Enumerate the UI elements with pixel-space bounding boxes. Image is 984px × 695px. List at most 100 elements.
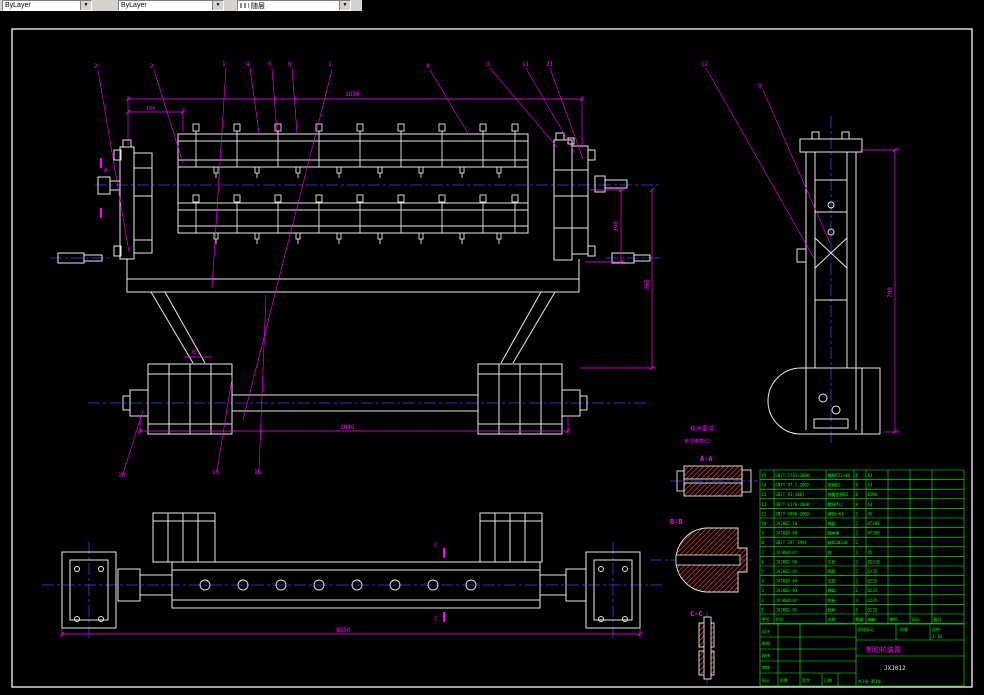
titleblock-col: 日期 — [824, 677, 832, 683]
bom-cell: A3 — [868, 473, 873, 478]
bom-cell: Q235 — [868, 569, 878, 574]
dim-right-inner: 390 — [613, 221, 620, 232]
bom-cell: A3 — [868, 483, 873, 488]
bom-cell: GB/T 6170-2000 — [776, 502, 810, 507]
titleblock-row: 设计 — [762, 628, 770, 634]
balloon-leaders: 2 2 1 4 5 6 8 3 11 211 12918 15 16 — [94, 61, 831, 479]
bom-cell: JXJ012-01 — [776, 607, 798, 612]
balloon-label: 16 — [254, 469, 262, 476]
bom-cell: 1 — [856, 607, 859, 612]
bolt-head — [274, 194, 282, 203]
color-combo[interactable]: 随层 ▼ — [237, 0, 351, 11]
bom-cell: GB/T 5783-2000 — [776, 473, 810, 478]
bom-cell: HT200 — [868, 531, 881, 536]
bom-cell: JXJ012-02 — [776, 598, 798, 603]
bom-cell: 材料 — [868, 616, 876, 622]
side-view — [767, 131, 881, 435]
bolt-head — [511, 123, 519, 132]
bolt-head — [233, 123, 241, 132]
titleblock-row: 校核 — [762, 652, 770, 658]
bolt-head — [479, 194, 487, 203]
bom-cell: Q235 — [868, 607, 878, 612]
dim-b-label: B — [192, 349, 196, 356]
bom-cell: 11 — [762, 511, 767, 516]
bom-cell: 支架 — [828, 578, 836, 584]
chevron-down-icon[interactable]: ▼ — [80, 1, 91, 10]
sheet-info: 共1张 第1张 — [858, 678, 881, 684]
bom-cell: 单件 — [890, 616, 898, 622]
bom-cell: 2 — [856, 521, 859, 526]
balloon-label: 4 — [246, 61, 250, 68]
chevron-down-icon[interactable]: ▼ — [339, 1, 350, 10]
cut-marker-c-bottom: C — [434, 616, 438, 623]
titleblock-label: 质量 — [900, 626, 908, 632]
titleblock-scale: 1:10 — [932, 634, 942, 639]
balloon-label: 18 — [118, 472, 126, 479]
color-swatch-icon — [240, 3, 249, 8]
bom-cell: 横梁 — [828, 587, 836, 593]
dim-side-height: 790 — [887, 287, 894, 298]
bom-cell: JXJ012-05 — [776, 569, 798, 574]
linetype-value: ByLayer — [5, 2, 31, 9]
bom-cell: 车轮 — [828, 558, 836, 564]
bom-cell: 2 — [856, 569, 859, 574]
bolt-head — [511, 194, 519, 203]
bom-cell: GB/T 297-1994 — [776, 540, 808, 545]
bom-cell: 2 — [856, 598, 859, 603]
bom-cell: 序号 — [762, 616, 770, 622]
bolt-head — [315, 194, 323, 203]
bom-cell: 1 — [856, 588, 859, 593]
bom-cell: 65Mn — [868, 492, 878, 497]
bom-cell: 2 — [856, 540, 859, 545]
centerlines — [42, 116, 832, 684]
bom-cell: 8 — [856, 492, 859, 497]
section-label-cc: C-C — [690, 610, 703, 618]
front-view — [57, 132, 651, 435]
bom-cell: 数量 — [856, 616, 864, 622]
bom-cell: 4 — [762, 579, 765, 584]
bom-cell: 7 — [762, 550, 765, 555]
bolt-head — [397, 123, 405, 132]
bolt-head — [438, 123, 446, 132]
bom-cell: 10 — [762, 521, 767, 526]
section-label-aa: A-A — [700, 455, 713, 463]
bom-cell: JXJ012-04 — [776, 579, 798, 584]
bom-cell: A3 — [868, 502, 873, 507]
bom-cell: JXJ012-10 — [776, 521, 798, 526]
dim-front-top: 1850 — [345, 91, 360, 98]
bom-cell: 8 — [856, 483, 859, 488]
bom-cell: 8 — [856, 502, 859, 507]
bom-cell: JXJ012-06 — [776, 559, 798, 564]
note-line1: 技术要求 — [690, 425, 714, 433]
bom-cell: 2 — [856, 559, 859, 564]
cut-marker-c-top: C — [434, 542, 438, 549]
drawing-title: 制动轮装置 — [866, 645, 901, 654]
color-value: 随层 — [251, 2, 265, 10]
bom-cell: 弹簧垫圈12 — [828, 491, 849, 497]
bom-cell: 底座 — [828, 606, 836, 612]
lineweight-combo[interactable]: ByLayer ▼ — [118, 0, 224, 11]
balloon-label: 12 — [701, 61, 709, 68]
bom-cell: 14 — [762, 483, 767, 488]
linetype-combo[interactable]: ByLayer ▼ — [2, 0, 92, 11]
bom-cell: 3 — [762, 588, 765, 593]
bom-cell: 名称 — [828, 616, 836, 622]
bom-cell: 2 — [856, 511, 859, 516]
balloon-label: 1 — [328, 61, 332, 68]
bom-cell: 螺栓M12×40 — [828, 472, 851, 478]
dim-right-outer: 965 — [644, 279, 651, 290]
titleblock-label: 比例 — [932, 626, 940, 632]
bom-cell: GB/T 1096-2003 — [776, 511, 810, 516]
titleblock-col: 签字 — [802, 677, 810, 683]
drawing-canvas[interactable]: 2 2 1 4 5 6 8 3 11 211 12918 15 16 15 GB/T 5783-2000 螺… — [0, 11, 984, 695]
bom-cell: 13 — [762, 492, 767, 497]
balloon-label: 8 — [426, 63, 430, 70]
balloon-label: 9 — [758, 83, 762, 90]
bom-cell: 12 — [762, 502, 767, 507]
chevron-down-icon[interactable]: ▼ — [212, 1, 223, 10]
bom-cell: 螺母M12 — [828, 501, 844, 507]
bom-cell: 9 — [762, 531, 765, 536]
section-bb — [675, 527, 748, 593]
bom-cell: GB/T 97.1-2002 — [776, 483, 810, 488]
bom-cell: 轴承座 — [828, 530, 840, 536]
